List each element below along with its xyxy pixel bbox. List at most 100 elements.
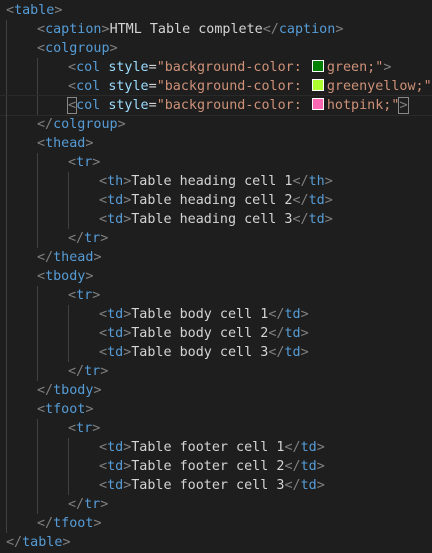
- code-line[interactable]: </tr>: [0, 362, 432, 381]
- code-line[interactable]: <colgroup>: [0, 39, 432, 58]
- indent-guide: [6, 419, 7, 438]
- tag-bracket: </: [284, 478, 301, 493]
- tag-bracket: >: [335, 22, 344, 37]
- code-line[interactable]: <caption>HTML Table complete</caption>: [0, 20, 432, 39]
- tag-bracket: >: [62, 535, 71, 550]
- indent-guide: [37, 495, 38, 514]
- code-line[interactable]: <tbody>: [0, 267, 432, 286]
- color-swatch-icon[interactable]: [311, 60, 324, 72]
- code-line[interactable]: </tbody>: [0, 381, 432, 400]
- text-content: Table footer cell 1: [131, 440, 285, 455]
- indent-guide: [6, 153, 7, 172]
- code-line[interactable]: <td>Table body cell 3</td>: [0, 343, 432, 362]
- code-line[interactable]: <thead>: [0, 134, 432, 153]
- code-token: =: [148, 79, 157, 94]
- code-line[interactable]: <td>Table footer cell 3</td>: [0, 476, 432, 495]
- code-line[interactable]: <td>Table heading cell 3</td>: [0, 210, 432, 229]
- indent-guide: [6, 210, 7, 229]
- code-line[interactable]: <tfoot>: [0, 400, 432, 419]
- code-line[interactable]: </tfoot>: [0, 514, 432, 533]
- code-token: =: [148, 98, 157, 113]
- code-line[interactable]: <td>Table heading cell 2</td>: [0, 191, 432, 210]
- attribute-value: hotpink;": [326, 98, 400, 113]
- indent-guide: [37, 210, 38, 229]
- text-content: Table footer cell 3: [131, 478, 285, 493]
- code-line[interactable]: <td>Table body cell 2</td>: [0, 324, 432, 343]
- code-line[interactable]: <tr>: [0, 153, 432, 172]
- tag-bracket: <: [68, 60, 77, 75]
- indent-guide: [68, 476, 69, 495]
- attribute-name: style: [108, 98, 149, 113]
- tag-bracket: >: [117, 117, 126, 132]
- indent-guide: [6, 134, 7, 153]
- indent-guide: [37, 419, 38, 438]
- tag-bracket: >: [85, 136, 94, 151]
- tag-bracket: <: [37, 402, 46, 417]
- code-line[interactable]: <td>Table footer cell 1</td>: [0, 438, 432, 457]
- tag-bracket: >: [85, 402, 94, 417]
- indent-guide: [6, 229, 7, 248]
- text-content: Table body cell 3: [131, 345, 269, 360]
- code-line[interactable]: <td>Table footer cell 2</td>: [0, 457, 432, 476]
- indent-guide: [6, 362, 7, 381]
- code-line[interactable]: <tr>: [0, 286, 432, 305]
- tag-name: th: [308, 174, 325, 189]
- tag-name: tr: [76, 421, 93, 436]
- tag-bracket: >: [92, 155, 101, 170]
- tag-bracket: >: [300, 345, 309, 360]
- code-line[interactable]: <col style="background-color: hotpink;">: [0, 95, 432, 116]
- code-line[interactable]: </table>: [0, 533, 432, 552]
- indent-guide: [68, 457, 69, 476]
- color-swatch-icon[interactable]: [311, 79, 324, 91]
- tag-name: td: [300, 440, 317, 455]
- indent-guide: [6, 438, 7, 457]
- tag-name: tbody: [53, 383, 94, 398]
- tag-bracket: </: [37, 516, 54, 531]
- tag-name: td: [107, 212, 124, 227]
- indent-guide: [6, 267, 7, 286]
- tag-bracket: <: [99, 193, 108, 208]
- tag-name: tr: [84, 364, 101, 379]
- tag-bracket: <: [68, 79, 77, 94]
- tag-name: caption: [278, 22, 336, 37]
- code-editor[interactable]: <table> <caption>HTML Table complete</cap…: [0, 0, 432, 553]
- code-line[interactable]: <th>Table heading cell 1</th>: [0, 172, 432, 191]
- tag-bracket: >: [93, 250, 102, 265]
- code-line[interactable]: </tr>: [0, 229, 432, 248]
- tag-bracket: </: [6, 535, 23, 550]
- code-line[interactable]: </colgroup>: [0, 115, 432, 134]
- indent-guide: [37, 476, 38, 495]
- tag-bracket: >: [101, 22, 110, 37]
- tag-bracket: >: [93, 383, 102, 398]
- tag-bracket: </: [292, 174, 309, 189]
- tag-bracket: <: [6, 3, 15, 18]
- tag-bracket: >: [100, 497, 109, 512]
- color-swatch-icon[interactable]: [311, 98, 324, 110]
- tag-bracket: >: [300, 326, 309, 341]
- code-line[interactable]: </tr>: [0, 495, 432, 514]
- bracket-match-highlight: <: [66, 97, 78, 114]
- code-line[interactable]: <col style="background-color: green;">: [0, 58, 432, 77]
- indent-guide: [6, 495, 7, 514]
- indent-guide: [6, 172, 7, 191]
- text-content: Table body cell 2: [131, 326, 269, 341]
- attribute-value: green;": [326, 60, 384, 75]
- tag-name: td: [107, 193, 124, 208]
- indent-guide: [6, 324, 7, 343]
- indent-guide: [6, 514, 7, 533]
- attribute-name: style: [108, 60, 149, 75]
- code-line[interactable]: <col style="background-color: greenyello…: [0, 77, 432, 96]
- code-line[interactable]: <table>: [0, 1, 432, 20]
- attribute-name: style: [108, 79, 149, 94]
- tag-bracket: <: [99, 345, 108, 360]
- code-line[interactable]: <tr>: [0, 419, 432, 438]
- tag-bracket: >: [109, 41, 118, 56]
- tag-bracket: </: [37, 250, 54, 265]
- tag-bracket: <: [99, 326, 108, 341]
- attribute-value: "background-color:: [156, 98, 310, 113]
- tag-bracket: >: [316, 478, 325, 493]
- indent-guide: [37, 362, 38, 381]
- tag-bracket: <: [68, 421, 77, 436]
- code-line[interactable]: </thead>: [0, 248, 432, 267]
- code-line[interactable]: <td>Table body cell 1</td>: [0, 305, 432, 324]
